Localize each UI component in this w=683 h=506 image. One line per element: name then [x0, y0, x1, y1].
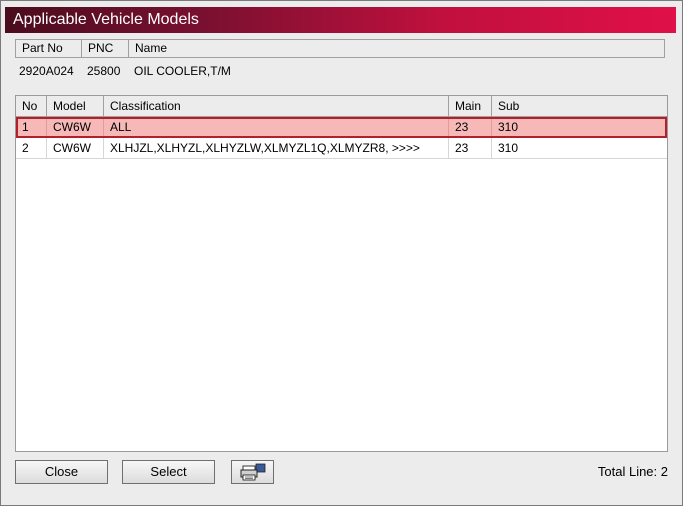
table-row[interactable]: 2 CW6W XLHJZL,XLHYZL,XLHYZLW,XLMYZL1Q,XL… [16, 138, 667, 159]
pnc-value: 25800 [87, 64, 121, 78]
cell-main: 23 [449, 117, 492, 137]
print-button[interactable] [231, 460, 274, 484]
name-value: OIL COOLER,T/M [134, 64, 231, 78]
dialog-window: Applicable Vehicle Models Part No PNC Na… [0, 0, 683, 506]
cell-sub: 310 [498, 120, 519, 134]
column-header-no[interactable]: No [16, 96, 47, 116]
cell-main: 23 [449, 138, 492, 158]
part-no-header: Part No [16, 40, 82, 57]
vehicle-models-grid[interactable]: No Model Classification Main Sub 1 CW6W … [15, 95, 668, 452]
select-button[interactable]: Select [122, 460, 215, 484]
part-no-value: 2920A024 [19, 64, 74, 78]
part-info-values: 2920A024 25800 OIL COOLER,T/M [15, 61, 665, 81]
column-header-classification[interactable]: Classification [104, 96, 449, 116]
pnc-header: PNC [82, 40, 129, 57]
total-lines-label: Total Line: 2 [597, 464, 668, 479]
cell-classification: ALL [104, 117, 449, 137]
name-header: Name [135, 41, 168, 55]
cell-model: CW6W [47, 138, 104, 158]
close-button[interactable]: Close [15, 460, 108, 484]
column-header-main[interactable]: Main [449, 96, 492, 116]
printer-icon [240, 463, 265, 481]
cell-no: 1 [16, 117, 47, 137]
column-header-model[interactable]: Model [47, 96, 104, 116]
table-row[interactable]: 1 CW6W ALL 23 310 [16, 117, 667, 138]
cell-no: 2 [16, 138, 47, 158]
grid-header: No Model Classification Main Sub [16, 96, 667, 117]
cell-sub: 310 [498, 141, 519, 155]
cell-model: CW6W [47, 117, 104, 137]
window-title: Applicable Vehicle Models [5, 7, 676, 33]
part-info-header: Part No PNC Name [15, 39, 665, 58]
cell-classification: XLHJZL,XLHYZL,XLHYZLW,XLMYZL1Q,XLMYZR8, … [104, 138, 449, 158]
column-header-sub[interactable]: Sub [492, 96, 667, 116]
